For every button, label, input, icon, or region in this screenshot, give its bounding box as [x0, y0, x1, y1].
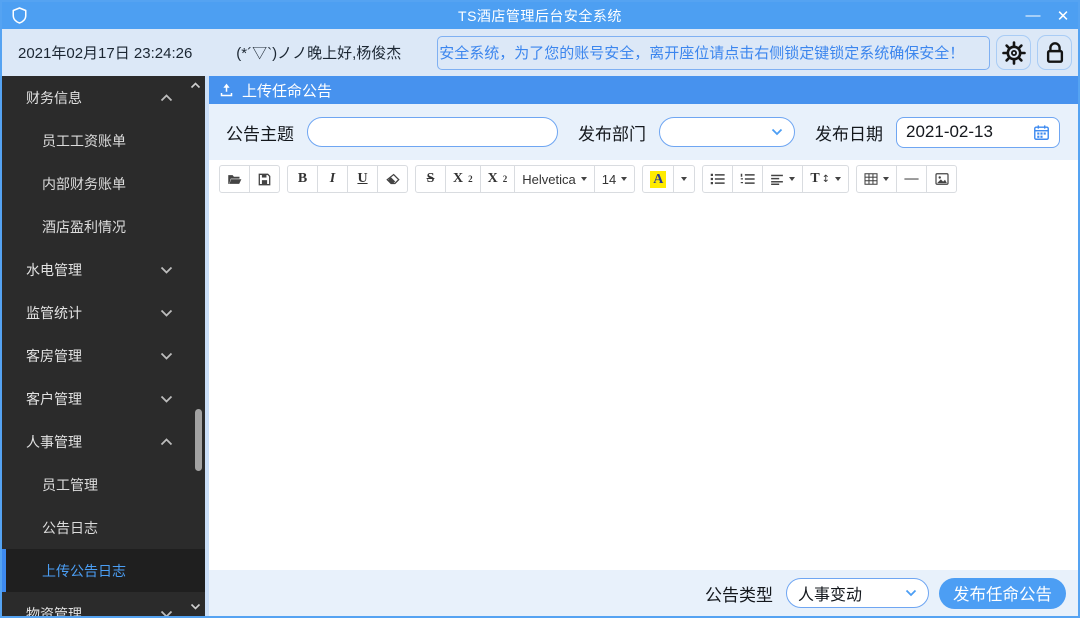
chevron-up-icon [160, 437, 173, 446]
sidebar-item-hr-management[interactable]: 人事管理 [2, 420, 205, 463]
scroll-down-arrow[interactable] [190, 603, 201, 610]
table-icon [864, 173, 878, 185]
sidebar-item-supplies-management[interactable]: 物资管理 [2, 592, 205, 616]
chevron-down-icon [160, 610, 173, 616]
sidebar-item-employee-management[interactable]: 员工管理 [2, 463, 205, 506]
sidebar-item-internal-finance-bill[interactable]: 内部财务账单 [2, 162, 205, 205]
font-color-dropdown[interactable] [673, 165, 696, 193]
sidebar-item-supervision-stats[interactable]: 监管统计 [2, 291, 205, 334]
notice-marquee: 安全系统，为了您的账号安全，离开座位请点击右侧锁定键锁定系统确保安全！ 欢迎使用… [437, 35, 990, 70]
announcement-type-select[interactable]: 人事变动 [786, 578, 929, 608]
gear-icon [1001, 40, 1026, 65]
subscript-button[interactable]: X2 [479, 165, 516, 193]
sidebar-item-announcement-log[interactable]: 公告日志 [2, 506, 205, 549]
subject-input[interactable] [307, 117, 558, 147]
font-family-dropdown[interactable]: Helvetica [514, 165, 595, 193]
chevron-up-icon [160, 93, 173, 102]
publish-date-input[interactable]: 2021-02-13 [896, 116, 1060, 148]
info-bar: 2021年02月17日 23:24:26 (*´▽`)ノノ晚上好,杨俊杰 安全系… [2, 29, 1078, 76]
ordered-list-button[interactable] [732, 165, 764, 193]
chevron-down-icon [160, 352, 173, 360]
chevron-down-icon [771, 128, 783, 136]
caret-down-icon [681, 177, 688, 181]
chevron-down-icon [160, 395, 173, 403]
notice-text: 安全系统，为了您的账号安全，离开座位请点击右侧锁定键锁定系统确保安全！ [439, 45, 965, 62]
sidebar-nav: 财务信息 员工工资账单 内部财务账单 酒店盈利情况 水电管理 监管统计 客房管理 [2, 76, 205, 616]
caret-down-icon [883, 177, 890, 181]
hr-icon: — [904, 171, 919, 186]
insert-table-dropdown[interactable] [856, 165, 898, 193]
image-icon [934, 173, 949, 185]
lock-icon [1044, 41, 1066, 64]
line-height-dropdown[interactable]: T ↕ [802, 165, 850, 193]
greeting-label: (*´▽`)ノノ晚上好,杨俊杰 [236, 45, 402, 62]
announcement-type-value: 人事变动 [798, 587, 863, 604]
underline-button[interactable]: U [347, 165, 378, 193]
chevron-down-icon [160, 309, 173, 317]
font-color-swatch: A [650, 170, 667, 188]
sidebar-item-customer-management[interactable]: 客户管理 [2, 377, 205, 420]
chevron-down-icon [905, 589, 917, 597]
caret-down-icon [621, 177, 628, 181]
footer-bar: 公告类型 人事变动 发布任命公告 [209, 570, 1078, 616]
window-title: TS酒店管理后台安全系统 [458, 7, 622, 24]
publish-announcement-button[interactable]: 发布任命公告 [939, 577, 1066, 609]
announcement-type-label: 公告类型 [705, 585, 773, 605]
caret-down-icon [580, 177, 587, 181]
scroll-up-arrow[interactable] [190, 82, 201, 89]
sidebar-item-utilities[interactable]: 水电管理 [2, 248, 205, 291]
sidebar-scrollbar-thumb[interactable] [195, 409, 202, 471]
settings-button[interactable] [996, 35, 1031, 70]
datetime-label: 2021年02月17日 23:24:26 [18, 45, 193, 62]
bold-button[interactable]: B [287, 165, 318, 193]
caret-down-icon [835, 177, 842, 181]
page-title: 上传任命公告 [242, 82, 333, 100]
unordered-list-icon [710, 173, 725, 185]
open-file-button[interactable] [219, 165, 250, 193]
rich-text-editor: B I U S X2 X2 Helvetica 14 A T ↕ — [209, 160, 1078, 570]
ordered-list-icon [740, 173, 755, 185]
department-label: 发布部门 [578, 124, 646, 144]
superscript-button[interactable]: X2 [445, 165, 481, 193]
sidebar-item-upload-announcement-log[interactable]: 上传公告日志 [2, 549, 205, 592]
sidebar-item-room-management[interactable]: 客房管理 [2, 334, 205, 377]
announcement-form: 公告主题 发布部门 发布日期 2021-02-13 [209, 104, 1078, 160]
editor-text-area[interactable] [209, 197, 1078, 570]
minimize-button[interactable]: — [1018, 2, 1048, 29]
folder-open-icon [227, 173, 242, 186]
save-icon [258, 173, 271, 186]
main-content: 上传任命公告 公告主题 发布部门 发布日期 2021-02-13 B I U S… [209, 76, 1078, 616]
save-button[interactable] [249, 165, 280, 193]
lock-button[interactable] [1037, 35, 1072, 70]
title-bar: TS酒店管理后台安全系统 — ✕ [2, 2, 1078, 29]
page-header: 上传任命公告 [209, 76, 1078, 104]
align-left-icon [770, 174, 784, 185]
italic-button[interactable]: I [317, 165, 348, 193]
subject-label: 公告主题 [226, 124, 294, 144]
publish-date-value: 2021-02-13 [906, 122, 993, 141]
eraser-icon [385, 173, 400, 185]
caret-down-icon [789, 177, 796, 181]
font-size-dropdown[interactable]: 14 [593, 165, 636, 193]
sidebar-item-salary-bill[interactable]: 员工工资账单 [2, 119, 205, 162]
department-select[interactable] [659, 117, 795, 147]
clear-format-button[interactable] [377, 165, 408, 193]
editor-toolbar: B I U S X2 X2 Helvetica 14 A T ↕ — [209, 160, 1078, 197]
calendar-icon [1033, 124, 1050, 141]
chevron-down-icon [160, 266, 173, 274]
unordered-list-button[interactable] [702, 165, 734, 193]
paragraph-align-dropdown[interactable] [762, 165, 804, 193]
horizontal-rule-button[interactable]: — [896, 165, 928, 193]
strikethrough-button[interactable]: S [415, 165, 446, 193]
publish-date-label: 发布日期 [815, 124, 883, 144]
insert-image-button[interactable] [926, 165, 958, 193]
close-button[interactable]: ✕ [1048, 2, 1078, 29]
sidebar-item-finance-info[interactable]: 财务信息 [2, 76, 205, 119]
app-window: TS酒店管理后台安全系统 — ✕ 2021年02月17日 23:24:26 (*… [0, 0, 1080, 618]
upload-icon [219, 83, 234, 98]
sidebar-item-hotel-profit[interactable]: 酒店盈利情况 [2, 205, 205, 248]
font-color-button[interactable]: A [642, 165, 675, 193]
